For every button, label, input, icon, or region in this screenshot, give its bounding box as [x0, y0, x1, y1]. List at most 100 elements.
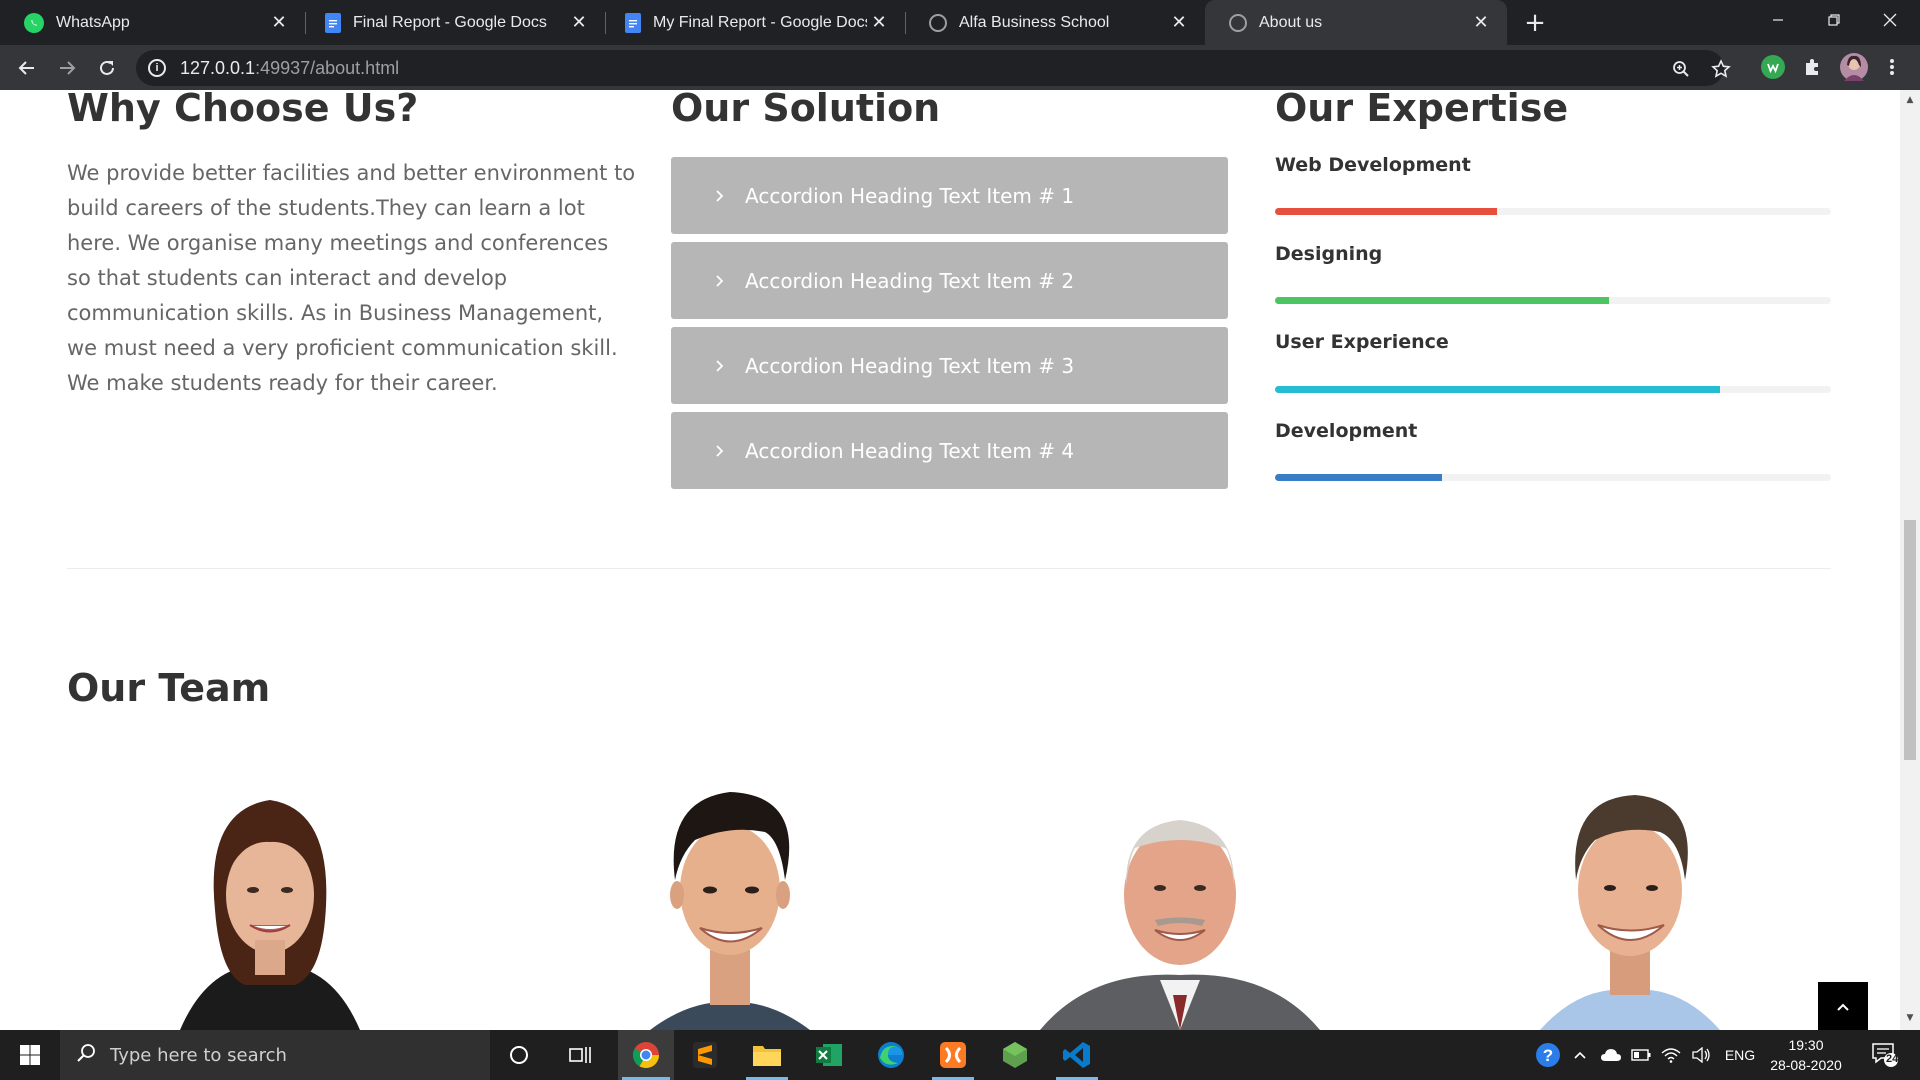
url-text: 127.0.0.1:49937/about.html [180, 58, 399, 79]
skill-progress-bar [1275, 386, 1831, 393]
restore-button[interactable] [1806, 0, 1862, 40]
skill-progress-fill [1275, 208, 1498, 215]
chevron-right-icon [715, 444, 735, 458]
tab-final-report[interactable]: Final Report - Google Docs ✕ [305, 0, 606, 45]
browser-menu-icon[interactable] [1880, 55, 1904, 79]
search-placeholder: Type here to search [110, 1044, 287, 1066]
accordion-heading: Accordion Heading Text Item # 1 [745, 183, 1075, 208]
tab-my-final-report[interactable]: My Final Report - Google Docs ✕ [605, 0, 906, 45]
chevron-right-icon [715, 274, 735, 288]
xampp-icon[interactable] [928, 1030, 978, 1080]
scroll-down-arrow-icon[interactable]: ▼ [1904, 1012, 1916, 1024]
scroll-up-arrow-icon[interactable]: ▲ [1904, 94, 1916, 106]
chevron-right-icon [715, 189, 735, 203]
address-bar[interactable]: i 127.0.0.1:49937/about.html [136, 50, 1731, 86]
why-choose-text: We provide better facilities and better … [67, 161, 636, 395]
skill-label: Designing [1275, 243, 1383, 265]
team-member-photo [1030, 770, 1330, 1030]
help-icon[interactable]: ? [1530, 1030, 1566, 1080]
forward-button[interactable] [50, 51, 84, 85]
url-host: 127.0.0.1 [180, 57, 256, 78]
onedrive-icon[interactable] [1598, 1030, 1624, 1080]
vscode-icon[interactable] [1052, 1030, 1102, 1080]
tab-title: Alfa Business School [959, 13, 1110, 31]
minimize-button[interactable] [1750, 0, 1806, 40]
close-window-button[interactable] [1862, 0, 1918, 40]
accordion-item[interactable]: Accordion Heading Text Item # 3 [671, 327, 1228, 404]
skill-progress-bar [1275, 297, 1831, 304]
back-button[interactable] [10, 51, 44, 85]
show-hidden-icons-icon[interactable] [1568, 1030, 1592, 1080]
excel-icon[interactable] [804, 1030, 854, 1080]
taskbar-search-input[interactable]: Type here to search [60, 1030, 490, 1080]
reload-button[interactable] [90, 51, 124, 85]
skill-label: Development [1275, 420, 1418, 442]
scrollbar-thumb[interactable] [1904, 520, 1916, 760]
wifi-icon[interactable] [1658, 1030, 1684, 1080]
search-icon [76, 1043, 96, 1068]
skill-progress-fill [1275, 297, 1609, 304]
skill-progress-bar [1275, 208, 1831, 215]
close-tab-icon[interactable]: ✕ [1167, 11, 1191, 35]
chevron-right-icon [715, 359, 735, 373]
whatsapp-icon [24, 12, 44, 33]
zoom-icon[interactable] [1670, 58, 1692, 80]
why-choose-heading: Why Choose Us? [67, 90, 419, 130]
clock[interactable]: 19:30 28-08-2020 [1764, 1030, 1848, 1080]
windows-taskbar: Type here to search ? ENG 19:30 28-08-20… [0, 1030, 1920, 1080]
team-member-photo [120, 770, 420, 1030]
file-explorer-icon[interactable] [742, 1030, 792, 1080]
extension-icon[interactable] [1761, 55, 1785, 79]
battery-icon[interactable] [1628, 1030, 1654, 1080]
skill-label: User Experience [1275, 331, 1449, 353]
accordion-heading: Accordion Heading Text Item # 3 [745, 353, 1075, 378]
close-tab-icon[interactable]: ✕ [567, 11, 591, 35]
our-expertise-heading: Our Expertise [1275, 90, 1569, 130]
page-scrollbar[interactable]: ▲ ▼ [1900, 90, 1920, 1030]
windows-start-icon[interactable] [0, 1030, 60, 1080]
tab-title: About us [1259, 13, 1323, 31]
clock-date: 28-08-2020 [1770, 1057, 1842, 1073]
accordion-item[interactable]: Accordion Heading Text Item # 1 [671, 157, 1228, 234]
skill-progress-fill [1275, 386, 1720, 393]
edge-icon[interactable] [866, 1030, 916, 1080]
our-solution-heading: Our Solution [671, 90, 941, 130]
tab-about-us[interactable]: About us ✕ [1205, 0, 1507, 45]
bookmark-star-icon[interactable] [1710, 58, 1732, 80]
skill-progress-bar [1275, 474, 1831, 481]
volume-icon[interactable] [1688, 1030, 1714, 1080]
tab-whatsapp[interactable]: WhatsApp ✕ [0, 0, 306, 45]
nodejs-icon[interactable] [990, 1030, 1040, 1080]
language-indicator[interactable]: ENG [1718, 1030, 1762, 1080]
page-viewport: Why Choose Us? We provide better facilit… [0, 90, 1900, 1030]
notification-count: 24 [1886, 1053, 1899, 1065]
url-path: :49937/about.html [255, 57, 400, 78]
close-tab-icon[interactable]: ✕ [1469, 11, 1493, 35]
close-tab-icon[interactable]: ✕ [867, 11, 891, 35]
extensions-puzzle-icon[interactable] [1800, 55, 1824, 79]
tab-alfa-business-school[interactable]: Alfa Business School ✕ [905, 0, 1205, 45]
chrome-taskbar-icon[interactable] [618, 1030, 674, 1080]
site-info-icon[interactable]: i [148, 59, 166, 77]
cortana-icon[interactable] [494, 1030, 544, 1080]
notifications-icon[interactable]: 24 [1860, 1030, 1910, 1080]
globe-icon [1229, 13, 1247, 32]
globe-icon [929, 13, 947, 32]
team-member-photo [580, 770, 880, 1030]
tab-title: Final Report - Google Docs [353, 13, 547, 31]
tab-title: WhatsApp [56, 13, 130, 31]
google-docs-icon [625, 12, 641, 33]
task-view-icon[interactable] [555, 1030, 605, 1080]
new-tab-button[interactable]: + [1518, 6, 1552, 40]
close-tab-icon[interactable]: ✕ [267, 11, 291, 35]
back-to-top-button[interactable] [1818, 982, 1868, 1030]
accordion-item[interactable]: Accordion Heading Text Item # 4 [671, 412, 1228, 489]
section-divider [67, 568, 1831, 569]
accordion-item[interactable]: Accordion Heading Text Item # 2 [671, 242, 1228, 319]
accordion-heading: Accordion Heading Text Item # 2 [745, 268, 1075, 293]
google-docs-icon [325, 12, 341, 33]
svg-text:?: ? [1543, 1046, 1553, 1065]
profile-avatar[interactable] [1840, 53, 1868, 81]
sublime-text-icon[interactable] [680, 1030, 730, 1080]
clock-time: 19:30 [1788, 1037, 1824, 1053]
